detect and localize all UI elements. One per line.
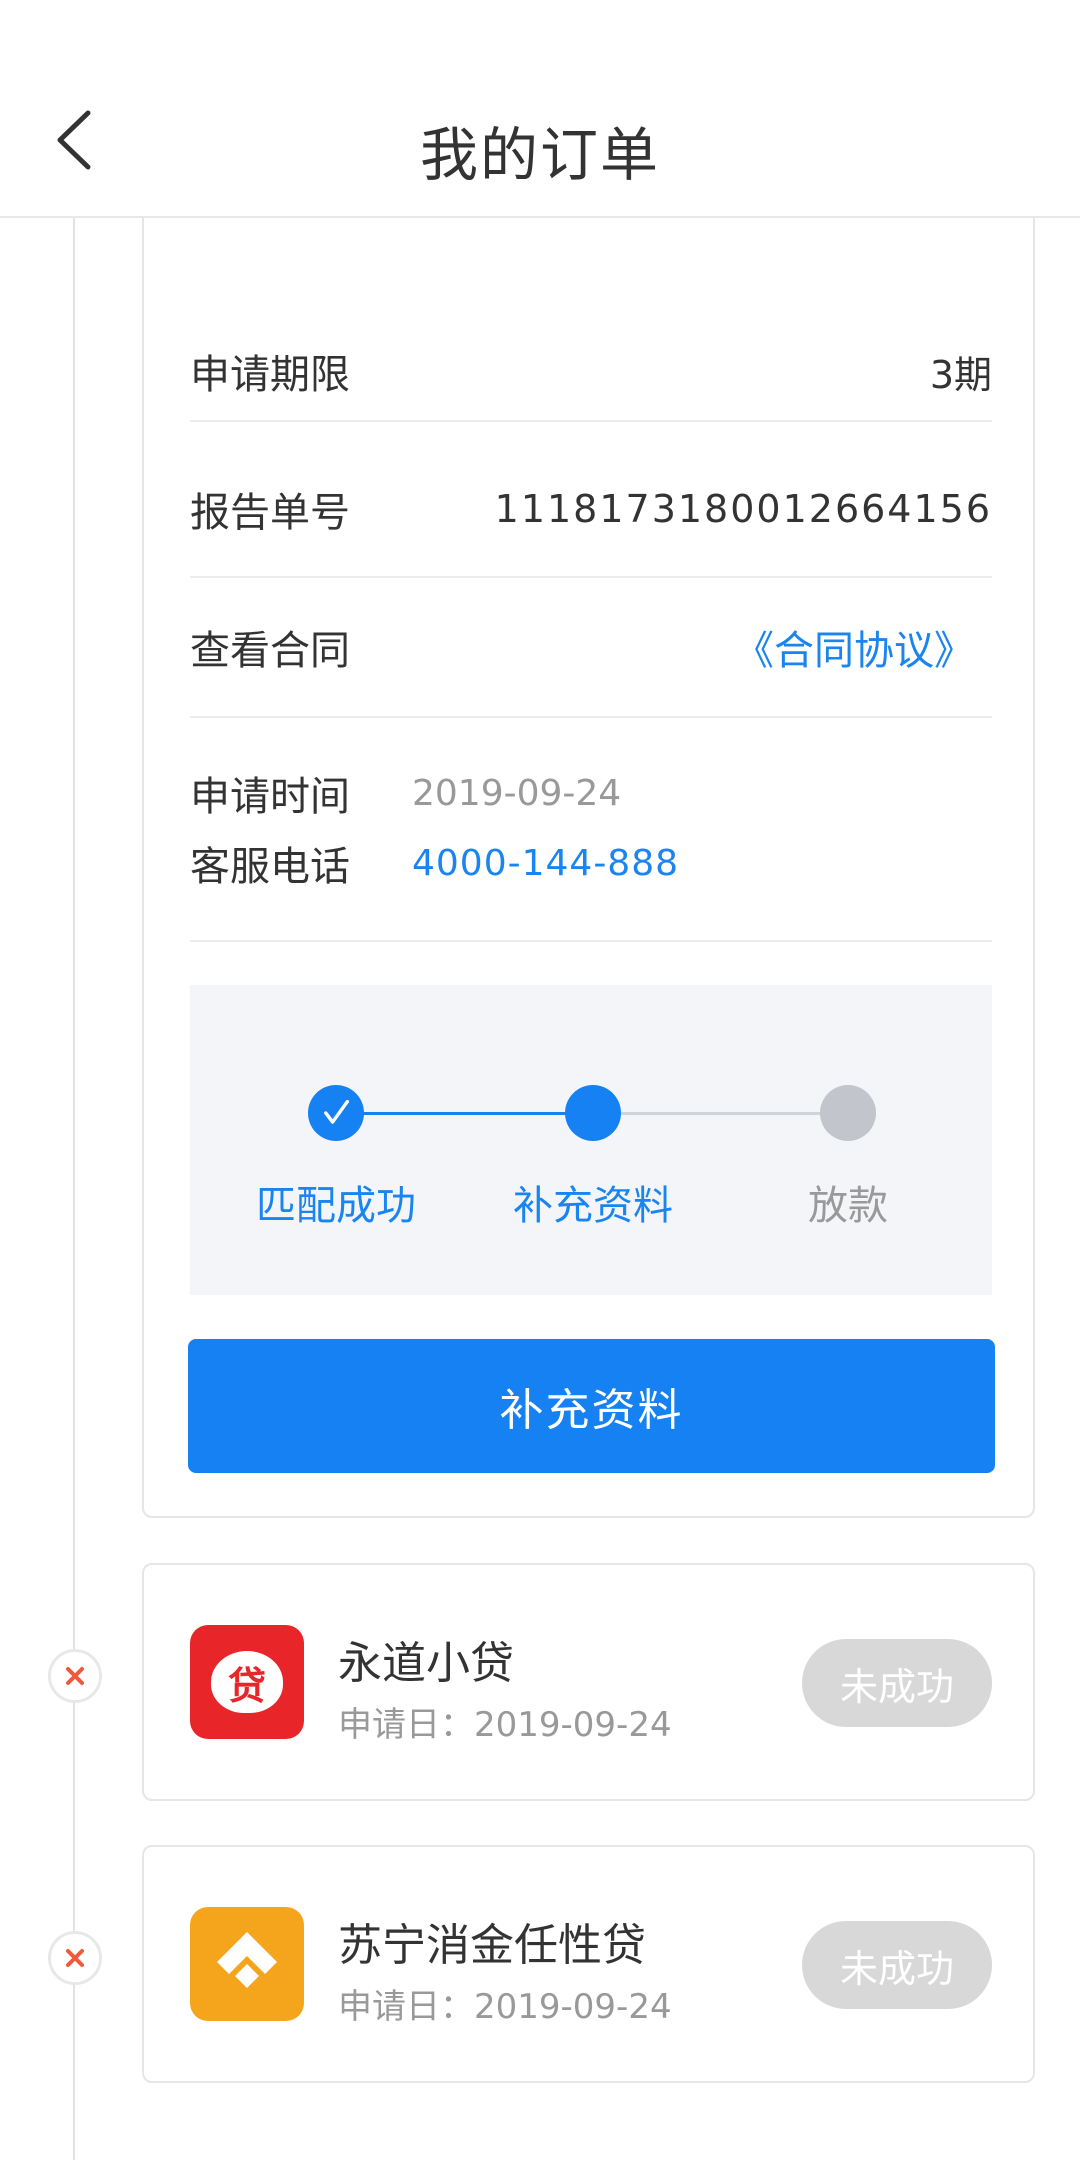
report-number-value: 1118173180012664156 xyxy=(494,487,992,531)
row-report-number: 报告单号 1118173180012664156 xyxy=(190,442,992,578)
apply-time-label: 申请时间 xyxy=(190,774,350,820)
contract-label: 查看合同 xyxy=(190,628,350,674)
row-apply-term: 申请期限 3期 xyxy=(190,322,992,422)
loan-card[interactable]: 苏宁消金任性贷 申请日：2019-09-24 未成功 xyxy=(142,1845,1035,2083)
apply-term-value: 3期 xyxy=(929,352,992,397)
app-logo-icon xyxy=(190,1907,304,2021)
status-badge: 未成功 xyxy=(802,1639,992,1727)
fail-status-dot xyxy=(48,1649,102,1703)
close-icon xyxy=(58,1659,92,1693)
order-card: 申请期限 3期 报告单号 1118173180012664156 查看合同 《合… xyxy=(142,140,1035,1518)
service-phone-link[interactable]: 4000-144-888 xyxy=(412,843,679,884)
step-check-icon xyxy=(308,1085,364,1141)
loan-name: 苏宁消金任性贷 xyxy=(338,1920,646,1971)
page-title: 我的订单 xyxy=(419,121,660,189)
supplement-info-button[interactable]: 补充资料 xyxy=(188,1339,995,1473)
row-contract: 查看合同 《合同协议》 xyxy=(190,578,992,718)
info-block: 申请时间 2019-09-24 客服电话 4000-144-888 xyxy=(190,719,992,942)
apply-time-value: 2019-09-24 xyxy=(412,772,622,814)
step-label-loan: 放款 xyxy=(808,1183,888,1229)
app-logo-icon: 贷 xyxy=(190,1625,304,1739)
timeline-line xyxy=(73,218,75,2160)
apply-term-label: 申请期限 xyxy=(190,352,350,398)
progress-steps: 匹配成功 补充资料 放款 xyxy=(190,985,992,1295)
contract-link[interactable]: 《合同协议》 xyxy=(734,618,974,676)
status-badge: 未成功 xyxy=(802,1921,992,2009)
step-label-supplement: 补充资料 xyxy=(513,1183,673,1229)
service-phone-line: 客服电话 4000-144-888 xyxy=(190,834,679,892)
fail-status-dot xyxy=(48,1931,102,1985)
loan-apply-date: 申请日：2019-09-24 xyxy=(338,1705,672,1745)
step-pending-dot xyxy=(820,1085,876,1141)
nav-header: 我的订单 xyxy=(0,0,1080,218)
step-label-matched: 匹配成功 xyxy=(256,1183,416,1229)
close-icon xyxy=(58,1941,92,1975)
report-number-label: 报告单号 xyxy=(190,490,350,536)
loan-name: 永道小贷 xyxy=(338,1638,514,1689)
apply-time-line: 申请时间 2019-09-24 xyxy=(190,764,621,822)
loan-card[interactable]: 贷 永道小贷 申请日：2019-09-24 未成功 xyxy=(142,1563,1035,1801)
loan-apply-date: 申请日：2019-09-24 xyxy=(338,1987,672,2027)
step-current-dot xyxy=(565,1085,621,1141)
service-phone-label: 客服电话 xyxy=(190,844,350,890)
logo-char: 贷 xyxy=(227,1663,266,1708)
